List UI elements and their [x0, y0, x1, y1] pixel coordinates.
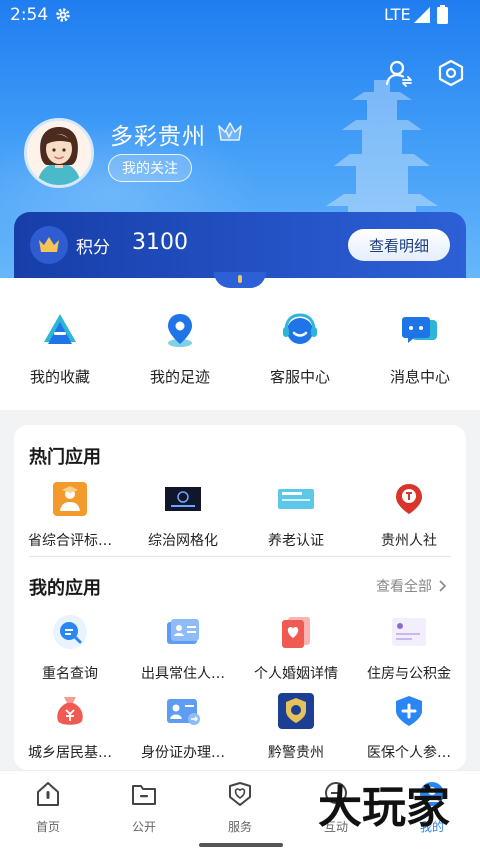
svg-text:大玩家: 大玩家	[318, 782, 450, 830]
app-label: 养老认证	[268, 533, 324, 549]
heart-service-icon	[229, 782, 251, 806]
quick-action-messages[interactable]: 消息中心	[370, 310, 470, 387]
app-label: 医保个人参…	[367, 745, 451, 761]
watermark-logo: 大玩家	[318, 782, 450, 830]
my-app-id-process[interactable]: 身份证办理…	[127, 693, 239, 762]
battery-icon	[437, 5, 448, 24]
status-bar: 2:54 LTE	[0, 0, 480, 30]
home-indicator	[199, 843, 283, 847]
hot-app-grid[interactable]: 综治网格化	[127, 481, 239, 550]
avatar-illustration	[27, 121, 91, 185]
app-label: 重名查询	[42, 666, 98, 682]
app-label: 黔警贵州	[268, 745, 324, 761]
my-app-police[interactable]: 黔警贵州	[240, 693, 352, 762]
switch-account-icon[interactable]	[384, 58, 414, 88]
points-crown-badge	[30, 226, 68, 264]
hot-apps-title: 热门应用	[29, 447, 101, 468]
police-badge-icon	[278, 693, 314, 729]
pension-auth-icon	[278, 489, 314, 509]
marriage-icon	[282, 617, 310, 648]
message-icon	[402, 317, 437, 343]
location-pin-icon	[168, 314, 192, 347]
apps-card: 热门应用 省综合评标… 综治网格化 养老认证 贵州人社 我的应用 查看全部 重名…	[14, 425, 466, 770]
view-all-link[interactable]: 查看全部	[376, 576, 450, 596]
points-label: 积分	[76, 238, 110, 258]
housing-fund-icon	[392, 618, 426, 646]
my-app-basic-pension[interactable]: 城乡居民基…	[14, 693, 126, 762]
settings-icon[interactable]	[436, 58, 466, 88]
app-label: 出具常住人…	[141, 666, 225, 682]
app-label: 身份证办理…	[141, 745, 225, 761]
my-apps-title: 我的应用	[29, 578, 101, 599]
home-icon	[37, 782, 59, 806]
view-all-label: 查看全部	[376, 579, 432, 595]
crown-icon	[39, 237, 59, 252]
chevron-right-icon	[439, 580, 447, 592]
tab-label: 公开	[131, 820, 156, 834]
app-label: 城乡居民基…	[28, 745, 112, 761]
view-points-detail-button[interactable]: 查看明细	[348, 229, 450, 261]
folder-icon	[132, 785, 156, 805]
my-follow-button[interactable]: 我的关注	[108, 154, 192, 182]
money-bag-icon	[57, 697, 83, 725]
my-app-residence[interactable]: 出具常住人…	[127, 614, 239, 683]
points-value: 3100	[132, 230, 188, 255]
avatar[interactable]	[24, 118, 94, 188]
quick-action-service[interactable]: 客服中心	[250, 310, 350, 387]
evaluation-icon	[53, 482, 87, 516]
username: 多彩贵州	[110, 124, 206, 150]
settings-gear-icon	[56, 8, 70, 22]
hot-app-hr[interactable]: 贵州人社	[353, 481, 465, 550]
status-time: 2:54	[10, 5, 49, 25]
my-app-name-search[interactable]: 重名查询	[14, 614, 126, 683]
my-app-marriage[interactable]: 个人婚姻详情	[240, 614, 352, 683]
id-process-icon	[167, 699, 200, 725]
app-label: 住房与公积金	[367, 666, 451, 682]
app-label: 贵州人社	[381, 533, 437, 549]
quick-action-label: 我的收藏	[29, 368, 90, 386]
signal-icon	[414, 7, 430, 23]
quick-action-label: 客服中心	[269, 368, 330, 386]
tab-service[interactable]: 服务	[205, 779, 275, 835]
app-label: 综治网格化	[148, 533, 218, 549]
hot-app-pension[interactable]: 养老认证	[240, 481, 352, 550]
quick-action-footprint[interactable]: 我的足迹	[130, 310, 230, 387]
section-divider	[29, 556, 451, 557]
my-app-housing[interactable]: 住房与公积金	[353, 614, 465, 683]
tab-label: 首页	[35, 820, 60, 834]
quick-action-label: 消息中心	[389, 368, 450, 386]
grid-governance-icon	[165, 487, 201, 511]
app-label: 个人婚姻详情	[254, 666, 338, 682]
bookmark-icon	[44, 314, 76, 344]
network-type: LTE	[384, 5, 411, 24]
app-label: 省综合评标…	[28, 533, 112, 549]
medical-shield-icon	[396, 696, 422, 726]
tab-public[interactable]: 公开	[109, 779, 179, 835]
points-card: 积分 3100 查看明细	[14, 212, 466, 278]
headset-icon	[283, 313, 317, 344]
tab-home[interactable]: 首页	[13, 779, 83, 835]
tab-label: 服务	[227, 820, 252, 834]
hr-social-icon	[396, 484, 422, 514]
vip-crown-icon	[218, 122, 242, 141]
hot-app-evaluation[interactable]: 省综合评标…	[14, 481, 126, 550]
notch-indicator	[238, 275, 242, 283]
quick-action-favorites[interactable]: 我的收藏	[10, 310, 110, 387]
my-app-medical[interactable]: 医保个人参…	[353, 693, 465, 762]
quick-action-label: 我的足迹	[149, 368, 210, 386]
name-search-icon	[53, 615, 87, 649]
id-card-icon	[167, 619, 199, 644]
